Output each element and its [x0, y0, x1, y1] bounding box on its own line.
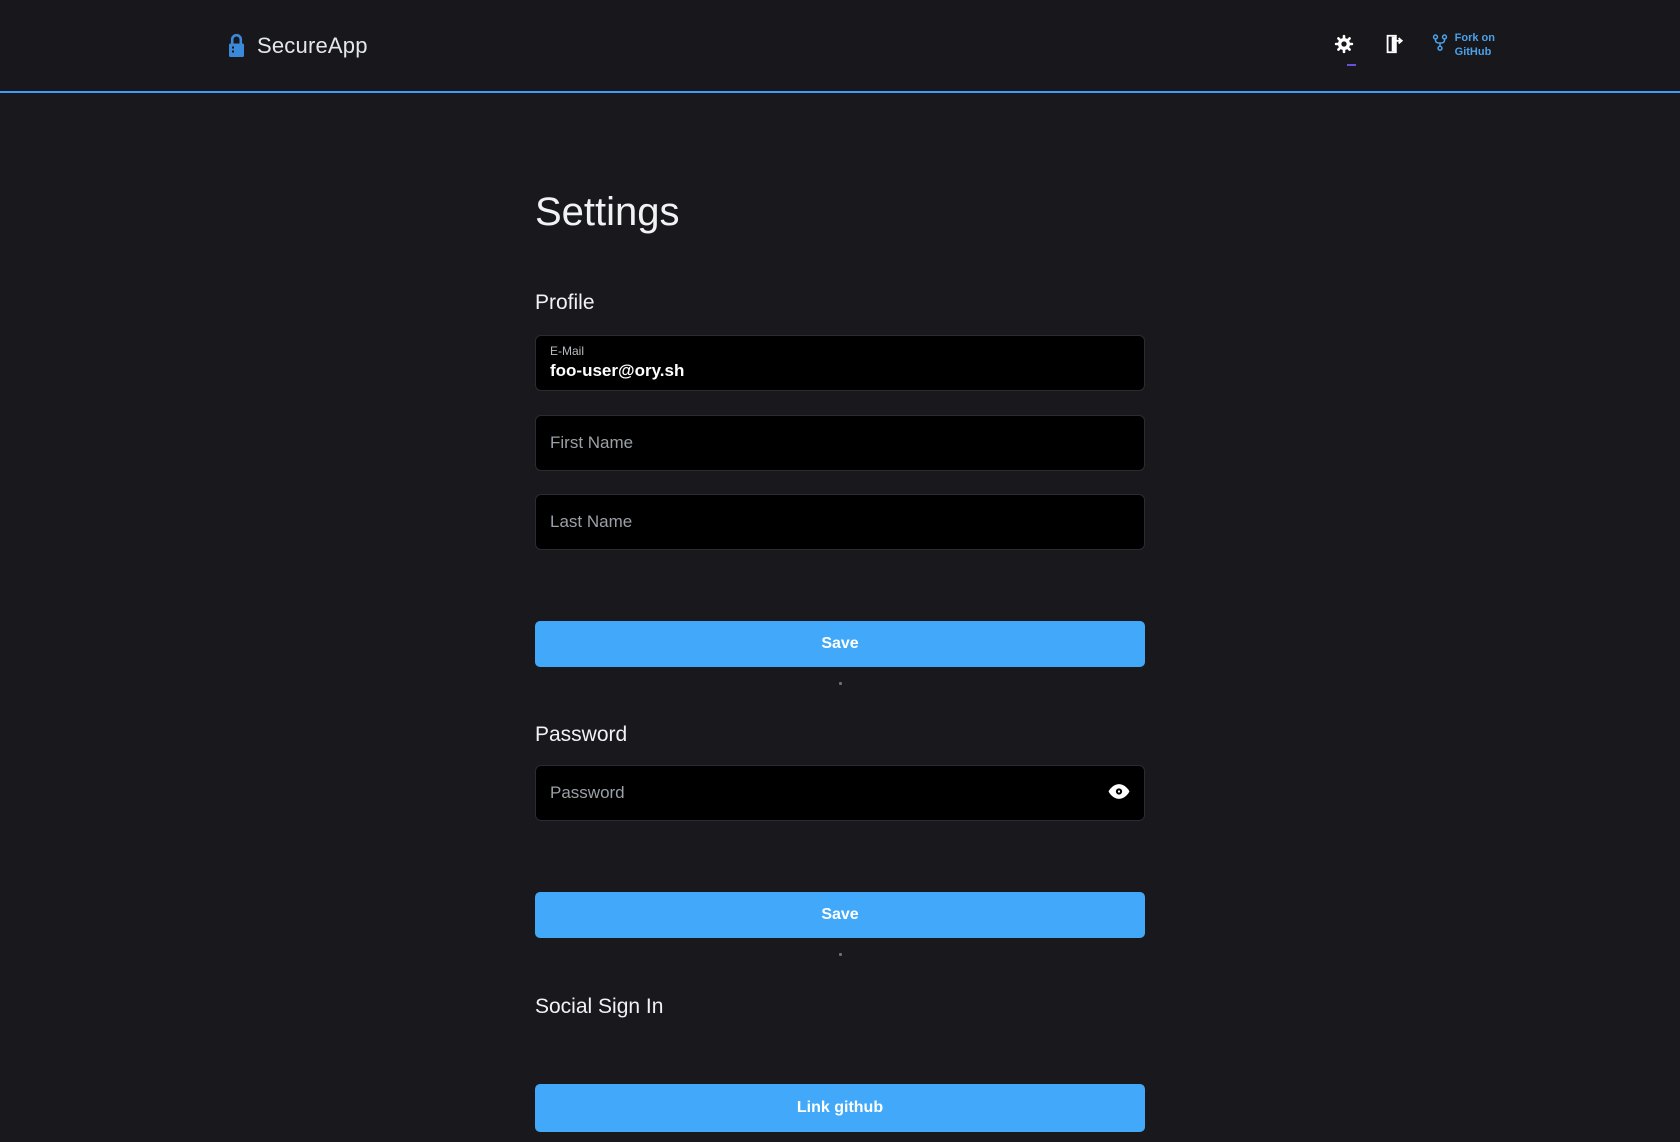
logout-icon — [1383, 33, 1405, 58]
profile-section: Profile E-Mail Save — [535, 290, 1145, 685]
fork-on-github-link[interactable]: Fork on GitHub — [1431, 32, 1495, 60]
github-link-text: Fork on GitHub — [1455, 32, 1495, 60]
settings-gear-button[interactable] — [1331, 31, 1357, 60]
password-section: Password Save — [535, 722, 1145, 956]
password-field[interactable] — [535, 765, 1145, 821]
cursor-underscore-artifact — [1347, 64, 1356, 66]
app-header: SecureApp — [0, 0, 1680, 93]
email-input[interactable] — [550, 358, 1130, 384]
password-save-button[interactable]: Save — [535, 892, 1145, 938]
password-heading: Password — [535, 722, 1145, 748]
last-name-field[interactable] — [535, 494, 1145, 550]
tiny-separator-dot — [839, 682, 842, 685]
toggle-password-visibility-button[interactable] — [1106, 782, 1132, 805]
profile-heading: Profile — [535, 290, 1145, 316]
app-title: SecureApp — [257, 33, 368, 59]
fork-icon — [1431, 33, 1449, 58]
last-name-input[interactable] — [536, 495, 1144, 549]
lock-icon — [226, 32, 247, 60]
password-input[interactable] — [536, 766, 1144, 820]
social-sign-in-heading: Social Sign In — [535, 994, 1145, 1020]
gear-icon — [1333, 33, 1355, 58]
profile-save-button[interactable]: Save — [535, 621, 1145, 667]
email-field[interactable]: E-Mail — [535, 335, 1145, 391]
header-actions: Fork on GitHub — [1331, 31, 1495, 60]
eye-icon — [1108, 784, 1130, 803]
social-sign-in-section: Social Sign In Link github — [535, 994, 1145, 1132]
settings-page: Settings Profile E-Mail Save Password — [535, 189, 1145, 1132]
first-name-field[interactable] — [535, 415, 1145, 471]
logout-button[interactable] — [1381, 31, 1407, 60]
first-name-input[interactable] — [536, 416, 1144, 470]
link-github-button[interactable]: Link github — [535, 1084, 1145, 1132]
page-title: Settings — [535, 189, 1145, 235]
email-field-label: E-Mail — [550, 344, 1130, 358]
app-logo: SecureApp — [226, 32, 368, 60]
tiny-separator-dot — [839, 953, 842, 956]
